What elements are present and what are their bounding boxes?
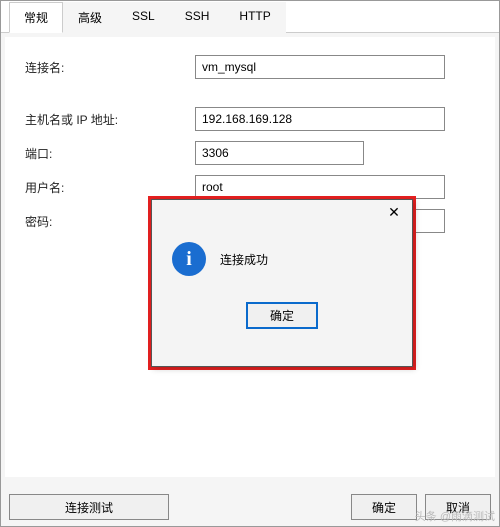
port-input[interactable] <box>195 141 364 165</box>
close-icon[interactable]: ✕ <box>376 200 412 224</box>
tab-bar: 常规 高级 SSL SSH HTTP <box>1 1 499 33</box>
watermark: 头条 @雨滴测试 <box>415 508 495 524</box>
dialog-titlebar: ✕ <box>152 200 412 228</box>
info-icon <box>172 242 206 276</box>
connection-dialog: 常规 高级 SSL SSH HTTP 连接名: 主机名或 IP 地址: 端口: … <box>0 0 500 527</box>
dialog-footer: 确定 <box>152 290 412 341</box>
ok-button[interactable]: 确定 <box>351 494 417 520</box>
dialog-body: 连接成功 <box>152 228 412 290</box>
host-input[interactable] <box>195 107 445 131</box>
host-label: 主机名或 IP 地址: <box>25 111 195 128</box>
conn-name-input[interactable] <box>195 55 445 79</box>
dialog-message: 连接成功 <box>220 251 268 268</box>
tab-http[interactable]: HTTP <box>224 2 285 33</box>
tab-general[interactable]: 常规 <box>9 2 63 33</box>
conn-name-label: 连接名: <box>25 59 195 76</box>
port-label: 端口: <box>25 145 195 162</box>
test-connection-button[interactable]: 连接测试 <box>9 494 169 520</box>
user-label: 用户名: <box>25 179 195 196</box>
tab-ssh[interactable]: SSH <box>170 2 225 33</box>
tab-ssl[interactable]: SSL <box>117 2 170 33</box>
tab-advanced[interactable]: 高级 <box>63 2 117 33</box>
dialog-ok-button[interactable]: 确定 <box>246 302 318 329</box>
message-dialog: ✕ 连接成功 确定 <box>151 199 413 367</box>
